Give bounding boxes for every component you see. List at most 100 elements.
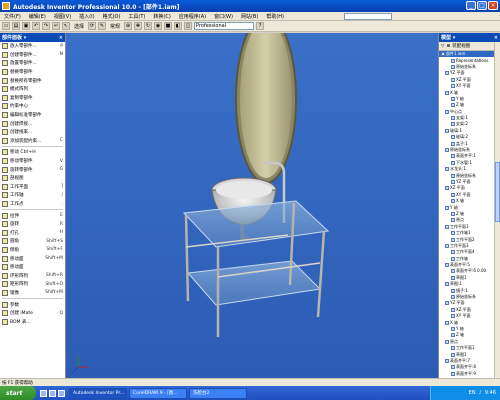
tree-node[interactable]: 表面齐平:9 [439,371,500,377]
style-select[interactable]: Professional [194,22,255,30]
taskbar-button[interactable]: CorelDRAW 9 - [图... [129,387,187,399]
close-button[interactable]: × [488,1,498,10]
graphics-viewport[interactable] [66,33,438,378]
tool-shortcut: Shift+O [45,281,63,287]
tool-item[interactable]: 放置零部件... [0,59,65,68]
save-icon[interactable]: ▣ [22,22,30,30]
tool-item[interactable]: 移动零部件 V [0,157,65,166]
tool-item[interactable]: 放入零部件... P [0,42,65,51]
menu-item-5[interactable]: 工具(T) [124,13,149,20]
scrollbar-thumb[interactable] [495,162,500,222]
update-icon[interactable]: ⟳ [88,22,97,30]
menu-item-7[interactable]: 应用程序(A) [175,13,210,20]
tool-item[interactable]: 旋转 R [0,220,65,229]
zoom-icon[interactable]: ⊕ [124,22,133,30]
return-icon[interactable]: ↵ [52,22,60,30]
redo-icon[interactable]: ↷ [42,22,50,30]
pan-icon[interactable]: ✥ [134,22,143,30]
tool-item[interactable]: 矩形阵列 Shift+O [0,280,65,289]
tool-separator [2,209,63,211]
tool-item[interactable]: 剖视图 [0,174,65,183]
tool-item[interactable]: 创建零部件... N [0,51,65,60]
tool-item[interactable]: 创建线束... [0,128,65,137]
tool-item[interactable]: 创建 iMate Q [0,309,65,318]
tool-item[interactable]: 创建焊接... [0,119,65,128]
tool-label: 移动面 [10,265,24,271]
new-icon[interactable]: ▭ [2,22,10,30]
minimize-button[interactable]: _ [466,1,476,10]
panel-bar-header[interactable]: 部件面板 ▾ × [0,33,65,42]
tool-item[interactable]: 移动面 [0,263,65,272]
clock[interactable]: 9:46 [485,390,496,396]
view-toggle-icon[interactable]: ⊞ [446,44,450,49]
tool-item[interactable]: 移动面 Shift+M [0,254,65,263]
tool-item[interactable]: 移动 Ctrl+H [0,148,65,157]
menu-item-1[interactable]: 编辑(E) [25,13,50,20]
desktop-icon[interactable] [40,389,47,397]
sink-assembly-model[interactable] [66,33,438,378]
menu-item-2[interactable]: 视图(V) [50,13,75,20]
tool-item[interactable]: 工作平面] [0,183,65,192]
start-button[interactable]: start [0,386,36,400]
menu-item-6[interactable]: 转换(C) [149,13,174,20]
open-icon[interactable]: ▤ [12,22,20,30]
browser-header[interactable]: 模型 ▾ × [439,33,500,42]
tool-item[interactable]: 打孔 H [0,228,65,237]
panel-close-icon[interactable]: × [59,35,63,41]
menu-item-10[interactable]: 帮助(H) [262,13,288,20]
tool-item[interactable]: 环形阵列 Shift+R [0,271,65,280]
tool-item[interactable]: 替换所有零部件 [0,76,65,85]
tool-item[interactable]: 复制零部件 [0,94,65,103]
sketch-icon[interactable]: ✎ [98,22,107,30]
camera-icon[interactable]: ◫ [184,22,193,30]
menu-item-3[interactable]: 插入(I) [75,13,98,20]
select-tool-icon[interactable]: ↖ [62,22,70,30]
maximize-button[interactable]: □ [477,1,487,10]
help-search-input[interactable] [344,13,392,20]
browser-scrollbar[interactable] [494,42,500,378]
tool-item[interactable]: 模式阵列 [0,85,65,94]
volume-icon[interactable]: ♪ [479,390,482,396]
undo-icon[interactable]: ↶ [32,22,40,30]
tool-item[interactable]: 拉伸 E [0,211,65,220]
menu-item-8[interactable]: 窗口(W) [210,13,237,20]
shadow-icon[interactable]: ◧ [174,22,183,30]
select-label[interactable]: 选择 [72,23,86,30]
language-indicator[interactable]: EN [469,390,476,396]
sketch-label[interactable]: 常规 [108,23,122,30]
tool-item[interactable]: 替换零部件 [0,68,65,77]
tree-node-icon [451,326,455,331]
shaded-icon[interactable]: ■ [164,22,173,30]
look-at-icon[interactable]: ◉ [154,22,163,30]
ie-icon[interactable] [49,389,56,397]
tree-node-icon [451,269,455,274]
tool-item[interactable]: 工作点. [0,200,65,209]
tree-node-label: X 轴 [456,198,465,204]
browser-close-icon[interactable]: × [494,35,498,41]
taskbar-button[interactable]: 洗脸台2 [189,387,247,399]
browser-title[interactable]: 模型 ▾ [441,34,455,41]
tool-item[interactable]: 添加装配约束... C [0,137,65,146]
tool-item[interactable]: 圆角 Shift+S [0,237,65,246]
glass-top[interactable] [182,200,330,248]
tool-item[interactable]: 旋转零部件 G [0,165,65,174]
view-mode-label[interactable]: 装配视图 [452,43,470,49]
glass-bottom[interactable] [186,260,322,306]
filter-icon[interactable]: ▽ [441,44,444,49]
tool-item[interactable]: 镜像 Shift+M [0,289,65,298]
tool-item[interactable]: 参数 [0,300,65,309]
tool-item[interactable]: 倒角 Shift+F [0,246,65,255]
rotate-icon[interactable]: ↻ [144,22,153,30]
tool-item[interactable]: BOM 表... [0,317,65,326]
inventor-app-icon[interactable] [2,2,10,10]
help-icon[interactable]: ? [256,22,265,30]
media-icon[interactable] [58,389,65,397]
menu-item-9[interactable]: 网站(B) [237,13,262,20]
menu-item-4[interactable]: 格式(O) [99,13,125,20]
taskbar-button[interactable]: Autodesk Inventor Pr... [69,387,127,399]
menu-item-0[interactable]: 文件(F) [0,13,25,20]
panel-bar-title[interactable]: 部件面板 ▾ [2,34,26,41]
tool-item[interactable]: 约束中心 [0,102,65,111]
tool-item[interactable]: 编辑标准零部件 [0,111,65,120]
tool-item[interactable]: 工作轴 / [0,191,65,200]
